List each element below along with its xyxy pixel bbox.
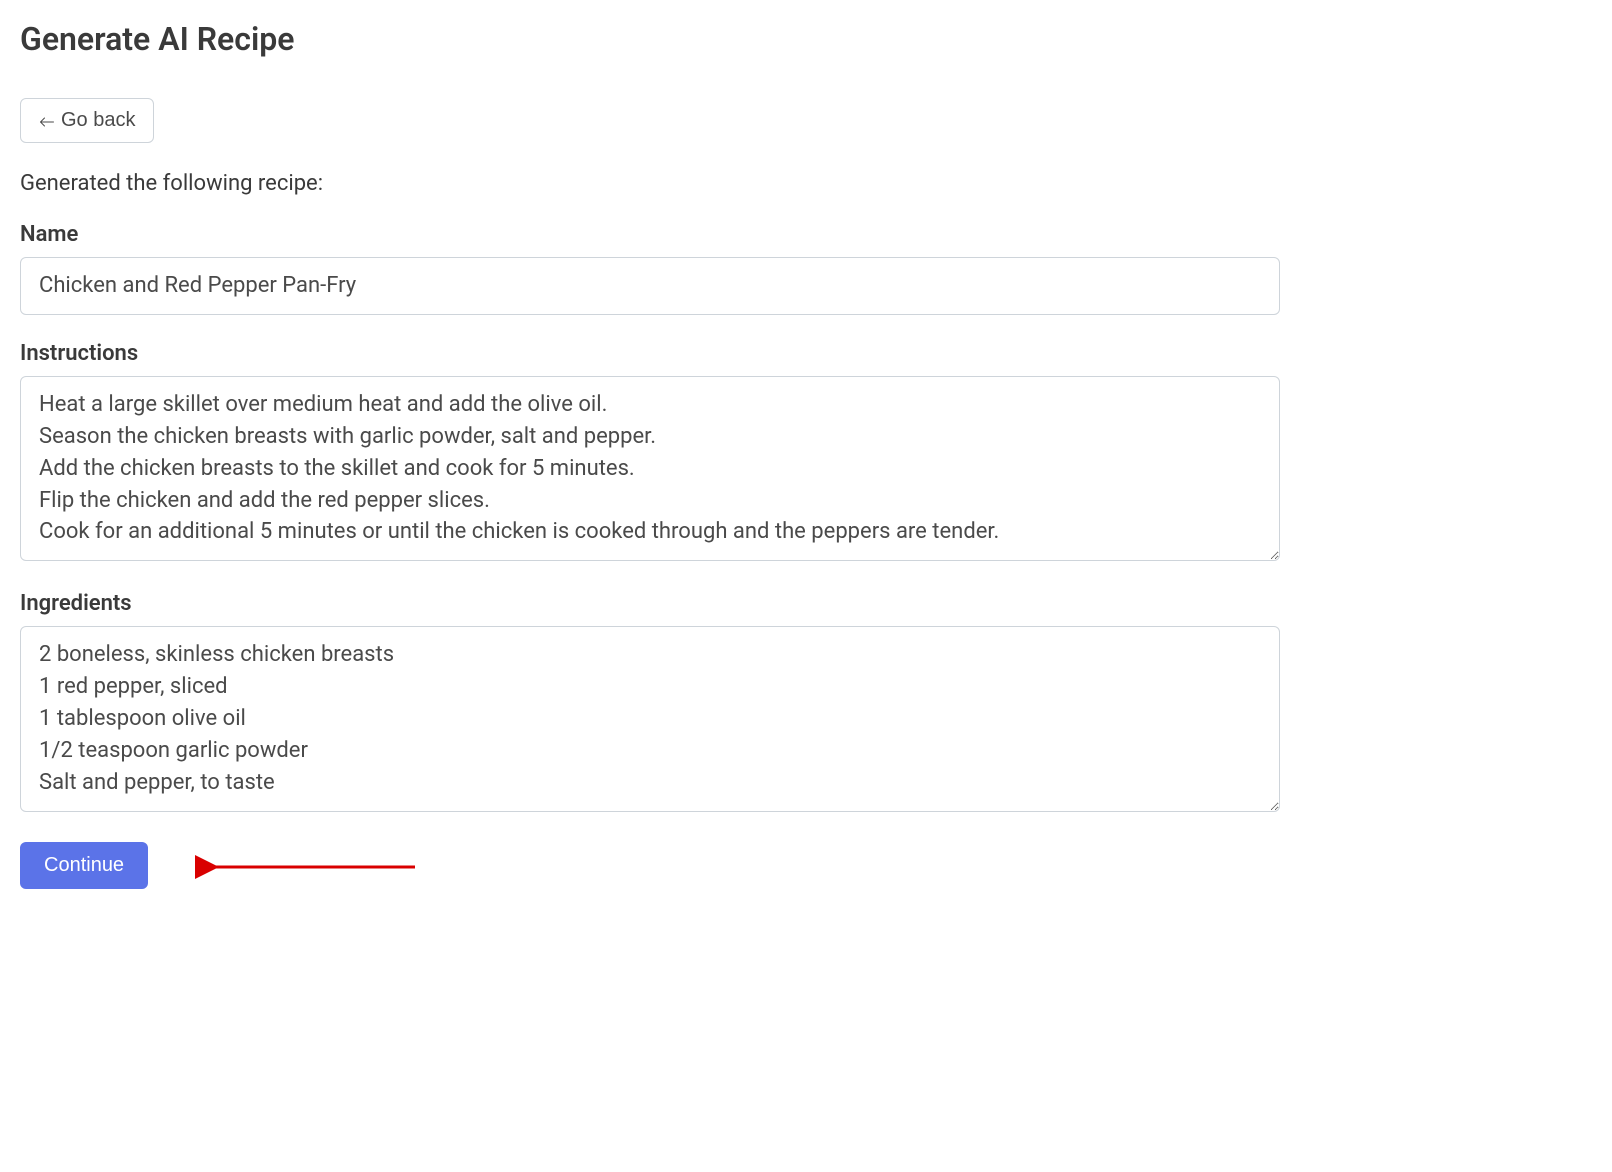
annotation-arrow-icon — [195, 854, 425, 880]
go-back-button[interactable]: Go back — [20, 98, 154, 143]
go-back-label: Go back — [61, 109, 135, 132]
subtitle-text: Generated the following recipe: — [20, 171, 1280, 196]
name-label: Name — [20, 222, 1280, 247]
ingredients-label: Ingredients — [20, 591, 1280, 616]
continue-button[interactable]: Continue — [20, 842, 148, 889]
name-input[interactable] — [20, 257, 1280, 315]
arrow-left-icon — [39, 113, 55, 129]
ingredients-textarea[interactable] — [20, 626, 1280, 811]
page-title: Generate AI Recipe — [20, 20, 1280, 58]
instructions-textarea[interactable] — [20, 376, 1280, 561]
instructions-label: Instructions — [20, 341, 1280, 366]
